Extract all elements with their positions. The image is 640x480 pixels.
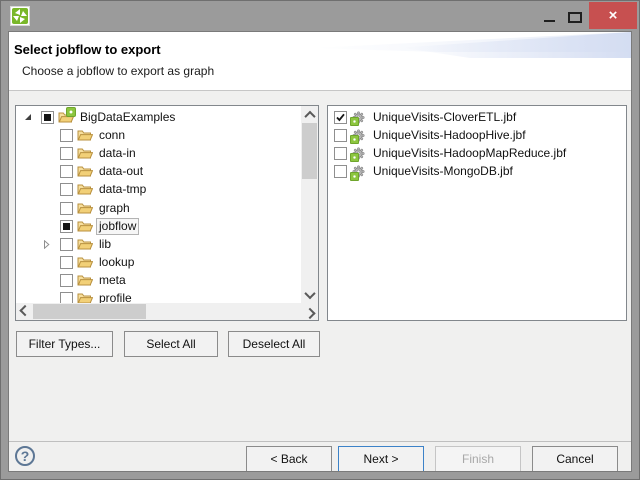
clover-badge-icon [350,153,359,163]
file-rows: UniqueVisits-CloverETL.jbf UniqueVisits-… [328,106,626,320]
tree-item[interactable]: conn [16,126,301,144]
project-tree-panel: BigDataExamples conn data-in data-out da… [15,105,319,321]
clover-badge-icon [350,171,359,181]
tree-item-label: data-in [99,145,136,160]
horizontal-scrollbar-thumb[interactable] [33,304,146,319]
scroll-right-button[interactable] [301,303,318,320]
checkbox-partial[interactable] [41,110,54,124]
list-item-label: UniqueVisits-MongoDB.jbf [373,164,513,179]
tree-item-label: data-tmp [99,182,147,197]
tree-item[interactable]: lookup [16,254,301,272]
help-button[interactable]: ? [15,446,35,466]
tree-item-label: profile [99,291,132,303]
dialog-body: Select jobflow to export Choose a jobflo… [8,31,632,472]
wizard-header: Select jobflow to export Choose a jobflo… [9,32,631,91]
folder-icon [77,274,93,288]
tree-item-label: data-out [99,164,144,179]
scroll-up-button[interactable] [301,106,318,123]
list-item-label: UniqueVisits-HadoopMapReduce.jbf [373,145,567,160]
folder-icon [77,292,93,303]
select-all-button[interactable]: Select All [124,331,218,357]
jobflow-file-icon [350,165,367,181]
list-item[interactable]: UniqueVisits-CloverETL.jbf [328,108,626,127]
list-item-label: UniqueVisits-CloverETL.jbf [373,109,517,124]
tree-item-label: conn [99,127,126,142]
checkbox-unchecked[interactable] [60,292,73,303]
clover-badge-icon [66,107,76,118]
checkbox-unchecked[interactable] [60,201,73,215]
tree-item-selected[interactable]: jobflow [16,217,301,235]
checkbox-unchecked[interactable] [60,165,73,179]
checkbox-unchecked[interactable] [60,237,73,251]
cloveretl-logo-icon [10,6,30,26]
list-item[interactable]: UniqueVisits-HadoopMapReduce.jbf [328,144,626,163]
footer-separator [9,441,631,442]
folder-icon [77,128,93,142]
folder-icon [77,201,93,215]
checkbox-checked[interactable] [334,110,347,124]
tree-item-label: graph [99,200,130,215]
tree-horizontal-scrollbar[interactable] [16,303,318,320]
list-item-label: UniqueVisits-HadoopHive.jbf [373,127,526,142]
folder-icon [77,256,93,270]
clover-badge-icon [350,117,359,127]
folder-icon [77,165,93,179]
checkbox-unchecked[interactable] [334,128,347,142]
tree-item[interactable]: graph [16,199,301,217]
tree-item[interactable]: data-in [16,144,301,162]
expand-icon[interactable] [24,113,41,121]
list-item[interactable]: UniqueVisits-HadoopHive.jbf [328,126,626,145]
scroll-left-button[interactable] [16,303,33,320]
tree-vertical-scrollbar[interactable] [301,106,318,303]
expand-icon[interactable] [43,239,60,249]
filter-types-button[interactable]: Filter Types... [16,331,113,357]
tree-item-root[interactable]: BigDataExamples [16,107,301,126]
scroll-down-button[interactable] [301,286,318,303]
checkbox-unchecked[interactable] [60,183,73,197]
checkbox-unchecked[interactable] [60,128,73,142]
tree-item[interactable]: profile [16,290,301,303]
back-button[interactable]: < Back [246,446,332,471]
vertical-scrollbar-thumb[interactable] [302,123,317,179]
checkbox-unchecked[interactable] [60,146,73,160]
folder-icon [77,219,93,233]
clover-badge-icon [350,135,359,145]
folder-icon [77,237,93,251]
jobflow-list-panel: UniqueVisits-CloverETL.jbf UniqueVisits-… [327,105,627,321]
checkbox-unchecked[interactable] [334,146,347,160]
tree-rows: BigDataExamples conn data-in data-out da… [16,106,301,303]
checkbox-partial[interactable] [60,219,73,233]
folder-icon [77,183,93,197]
minimize-button[interactable] [544,20,555,22]
checkbox-unchecked[interactable] [60,256,73,270]
close-button[interactable]: × [589,2,637,29]
folder-icon [77,146,93,160]
jobflow-file-icon [350,146,367,163]
tree-item[interactable]: data-tmp [16,181,301,199]
page-title: Select jobflow to export [14,42,161,57]
checkbox-unchecked[interactable] [60,274,73,288]
tree-item-label: BigDataExamples [80,109,176,124]
tree-item[interactable]: lib [16,235,301,253]
tree-item-label: lib [99,236,112,251]
deselect-all-button[interactable]: Deselect All [228,331,320,357]
next-button[interactable]: Next > [338,446,424,471]
maximize-button[interactable] [568,12,582,23]
tree-item[interactable]: data-out [16,163,301,181]
checkbox-unchecked[interactable] [334,165,347,179]
list-item[interactable]: UniqueVisits-MongoDB.jbf [328,163,626,181]
cancel-button[interactable]: Cancel [532,446,618,471]
tree-item-label: meta [99,273,126,288]
tree-item-label: jobflow [96,217,140,235]
project-icon [58,107,76,124]
wizard-window: × Select jobflow to export Choose a jobf… [0,0,640,480]
tree-item-label: lookup [99,255,135,270]
jobflow-file-icon [350,128,367,145]
finish-button: Finish [435,446,521,471]
tree-item[interactable]: meta [16,272,301,290]
page-subtitle: Choose a jobflow to export as graph [22,64,215,78]
jobflow-file-icon [350,110,367,127]
titlebar[interactable]: × [1,1,639,31]
